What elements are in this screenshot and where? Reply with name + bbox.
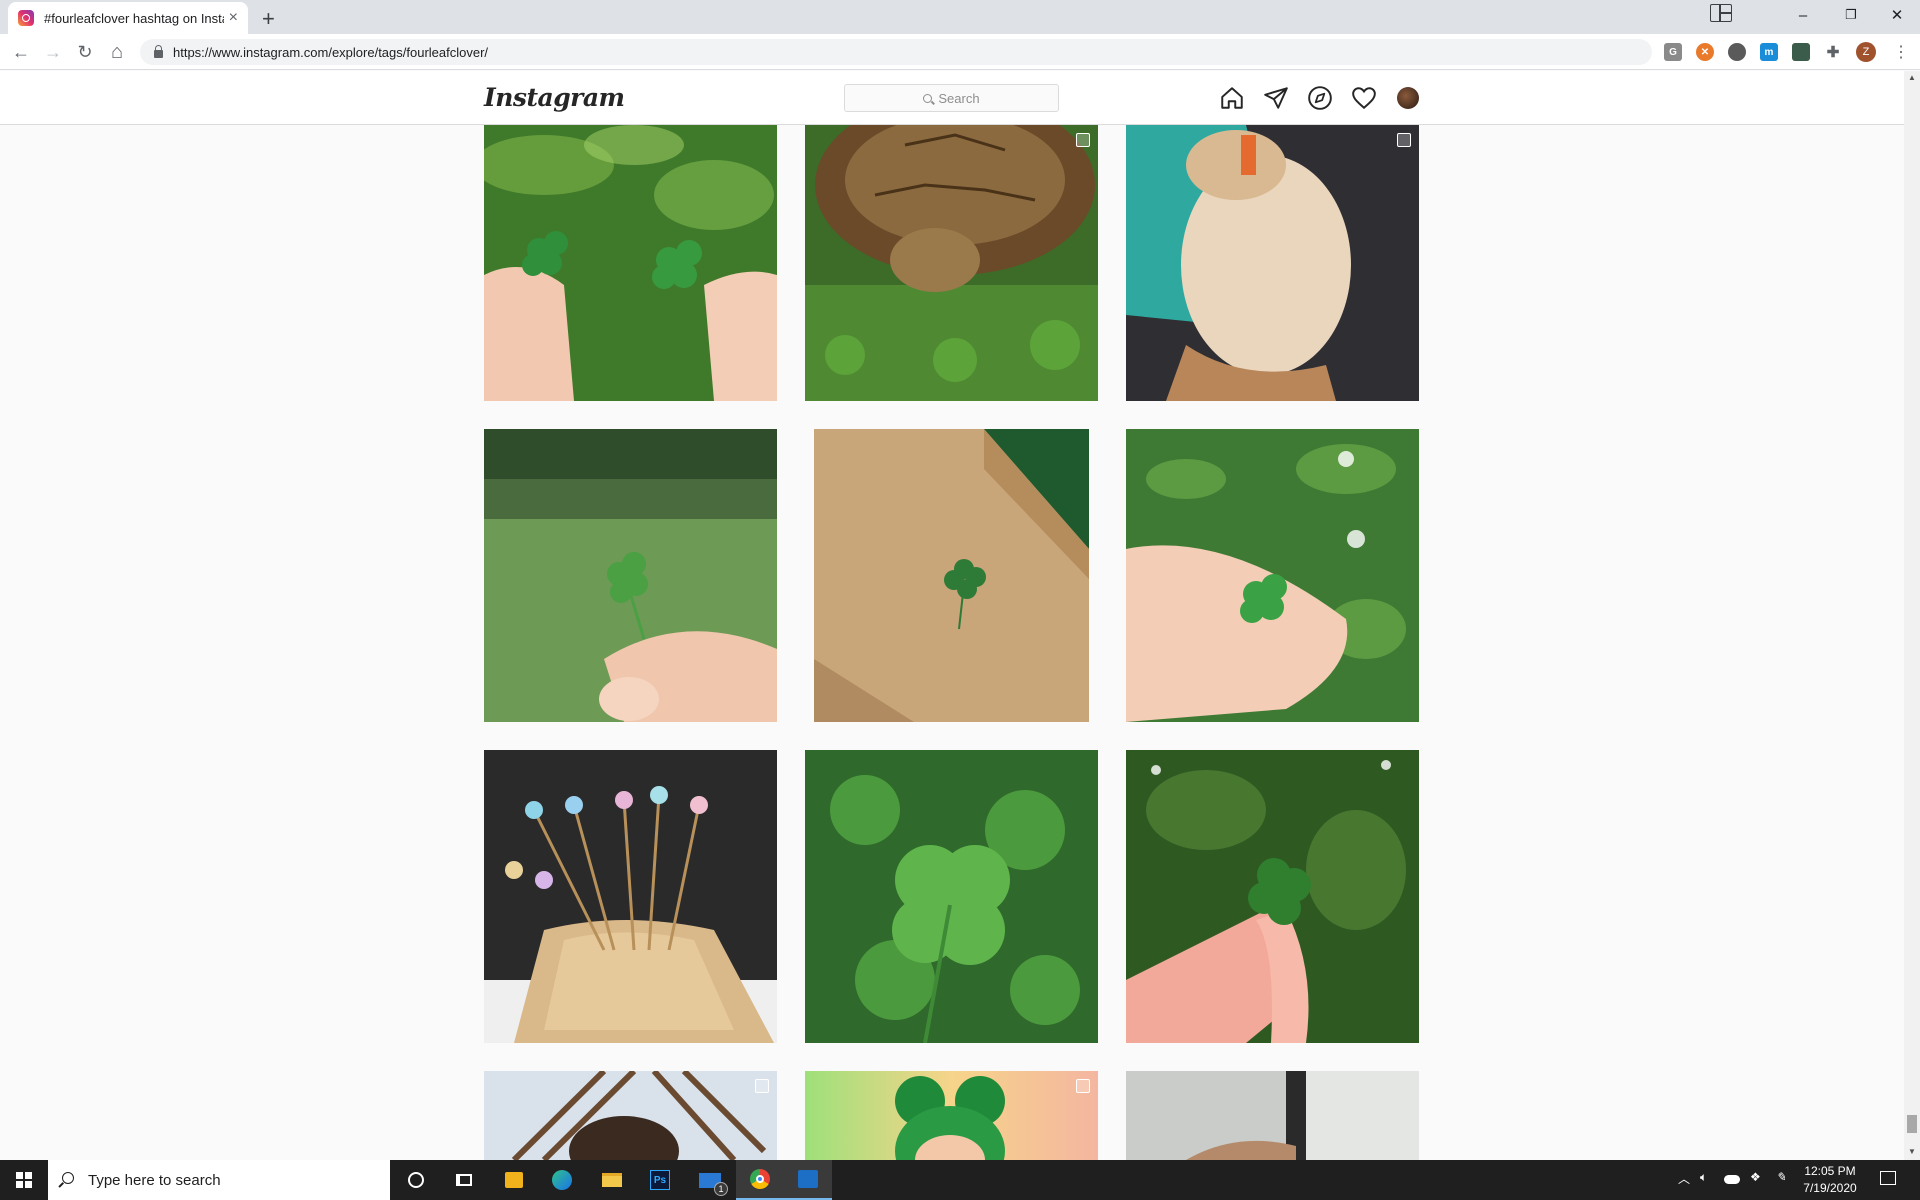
mail-badge: 1 bbox=[714, 1182, 728, 1196]
post-thumbnail[interactable] bbox=[805, 750, 1098, 1043]
snipping-tool-icon[interactable] bbox=[784, 1160, 832, 1200]
volume-icon[interactable]: 🔈︎ bbox=[1700, 1170, 1707, 1185]
edge-browser-icon[interactable] bbox=[538, 1160, 586, 1200]
new-tab-button[interactable]: + bbox=[262, 6, 275, 32]
post-thumbnail[interactable] bbox=[805, 1071, 1098, 1160]
system-clock[interactable]: 12:05 PM 7/19/2020 bbox=[1790, 1163, 1870, 1197]
hashtag-post-grid bbox=[0, 125, 1904, 1160]
multiple-photos-icon bbox=[1076, 1079, 1090, 1093]
start-button[interactable] bbox=[0, 1160, 48, 1200]
lock-icon bbox=[154, 45, 163, 58]
instagram-header: Instagram Search bbox=[0, 71, 1904, 125]
post-thumbnail[interactable] bbox=[1126, 125, 1419, 401]
post-thumbnail[interactable] bbox=[805, 125, 1098, 401]
address-url: https://www.instagram.com/explore/tags/f… bbox=[173, 44, 489, 60]
activity-heart-icon[interactable] bbox=[1351, 85, 1377, 111]
multiple-photos-icon bbox=[1076, 133, 1090, 147]
post-image-lawn-clover bbox=[484, 429, 777, 722]
home-icon[interactable] bbox=[1219, 85, 1245, 111]
chrome-menu-icon[interactable]: ⋮ bbox=[1893, 42, 1909, 62]
minimize-button[interactable]: – bbox=[1780, 0, 1826, 30]
post-thumbnail[interactable] bbox=[1126, 429, 1419, 722]
post-image-tortoise bbox=[805, 125, 1098, 401]
profile-avatar-button[interactable]: Z bbox=[1856, 42, 1876, 62]
close-window-button[interactable]: ✕ bbox=[1874, 0, 1920, 30]
post-image-hands-clovers bbox=[484, 125, 777, 401]
scrollbar-thumb[interactable] bbox=[1907, 1115, 1917, 1133]
browser-tab-active[interactable]: #fourleafclover hashtag on Instagram × bbox=[8, 2, 248, 34]
post-image-clover-pins bbox=[484, 750, 777, 1043]
multiple-photos-icon bbox=[1397, 133, 1411, 147]
scroll-down-icon[interactable]: ▼ bbox=[1908, 1147, 1916, 1156]
direct-message-icon[interactable] bbox=[1263, 85, 1289, 111]
back-button[interactable]: ← bbox=[8, 40, 34, 64]
cortana-icon[interactable] bbox=[392, 1160, 440, 1200]
mail-icon[interactable]: 1 bbox=[686, 1160, 734, 1200]
post-thumbnail[interactable] bbox=[484, 125, 777, 401]
dropbox-icon[interactable]: ❖ bbox=[1750, 1170, 1761, 1184]
profile-avatar[interactable] bbox=[1397, 87, 1419, 109]
post-image-cardboard-clover bbox=[814, 429, 1089, 722]
address-bar[interactable]: https://www.instagram.com/explore/tags/f… bbox=[140, 39, 1652, 65]
post-image-fingers-clover bbox=[1126, 750, 1419, 1043]
windows-taskbar: Type here to search Ps 1 ︿ 🔈︎ ❖ ✎ 12:05 … bbox=[0, 1160, 1920, 1200]
post-image-dog bbox=[1126, 125, 1419, 401]
extension-blue-icon[interactable]: m bbox=[1760, 43, 1778, 61]
search-placeholder: Search bbox=[938, 90, 980, 106]
tab-layout-icon[interactable] bbox=[1710, 4, 1732, 22]
post-image-green-doll bbox=[805, 1071, 1098, 1160]
clock-date: 7/19/2020 bbox=[1803, 1181, 1857, 1195]
page-scrollbar[interactable]: ▲ ▼ bbox=[1904, 71, 1920, 1160]
extension-g-icon[interactable]: G bbox=[1664, 43, 1682, 61]
action-center-icon[interactable] bbox=[1880, 1171, 1896, 1185]
instagram-search-input[interactable]: Search bbox=[844, 84, 1059, 112]
extension-orange-icon[interactable]: ✕ bbox=[1696, 43, 1714, 61]
explore-icon[interactable] bbox=[1307, 85, 1333, 111]
post-image-chair-person bbox=[484, 1071, 777, 1160]
store-icon[interactable] bbox=[490, 1160, 538, 1200]
search-icon bbox=[923, 93, 933, 103]
clock-time: 12:05 PM bbox=[1804, 1164, 1856, 1178]
windows-logo-icon bbox=[16, 1172, 32, 1188]
search-icon bbox=[62, 1172, 74, 1184]
post-thumbnail[interactable] bbox=[484, 429, 777, 722]
post-thumbnail[interactable] bbox=[814, 429, 1089, 722]
taskbar-search-input[interactable]: Type here to search bbox=[48, 1160, 390, 1200]
extension-circle-icon[interactable] bbox=[1728, 43, 1746, 61]
multiple-photos-icon bbox=[755, 1079, 769, 1093]
file-explorer-icon[interactable] bbox=[588, 1160, 636, 1200]
home-button[interactable]: ⌂ bbox=[104, 40, 130, 64]
onedrive-icon[interactable] bbox=[1724, 1175, 1740, 1184]
instagram-favicon-icon bbox=[18, 10, 34, 26]
post-thumbnail[interactable] bbox=[484, 1071, 777, 1160]
post-thumbnail[interactable] bbox=[1126, 750, 1419, 1043]
photoshop-icon[interactable]: Ps bbox=[636, 1160, 684, 1200]
instagram-logo[interactable]: Instagram bbox=[484, 83, 625, 112]
post-image-clover-patch bbox=[805, 750, 1098, 1043]
reload-button[interactable]: ↻ bbox=[72, 40, 98, 64]
post-image-hand-wall bbox=[1126, 1071, 1419, 1160]
browser-toolbar: ← → ↻ ⌂ https://www.instagram.com/explor… bbox=[0, 34, 1920, 70]
task-view-icon[interactable] bbox=[440, 1160, 488, 1200]
tab-title: #fourleafclover hashtag on Instagram bbox=[44, 10, 224, 26]
scroll-up-icon[interactable]: ▲ bbox=[1908, 73, 1916, 82]
pen-icon[interactable]: ✎ bbox=[1776, 1170, 1786, 1184]
restore-button[interactable]: ❐ bbox=[1828, 0, 1874, 30]
taskbar-search-placeholder: Type here to search bbox=[88, 1171, 221, 1189]
forward-button[interactable]: → bbox=[40, 40, 66, 64]
post-thumbnail[interactable] bbox=[1126, 1071, 1419, 1160]
extension-green-icon[interactable] bbox=[1792, 43, 1810, 61]
extensions-puzzle-icon[interactable]: ✚ bbox=[1824, 43, 1842, 61]
post-image-hand-grass-clover bbox=[1126, 429, 1419, 722]
tab-close-icon[interactable]: × bbox=[229, 9, 238, 27]
chrome-taskbar-icon[interactable] bbox=[736, 1160, 784, 1200]
show-hidden-icons-icon[interactable]: ︿ bbox=[1678, 1170, 1690, 1187]
post-thumbnail[interactable] bbox=[484, 750, 777, 1043]
browser-tab-strip: #fourleafclover hashtag on Instagram × +… bbox=[0, 0, 1920, 34]
